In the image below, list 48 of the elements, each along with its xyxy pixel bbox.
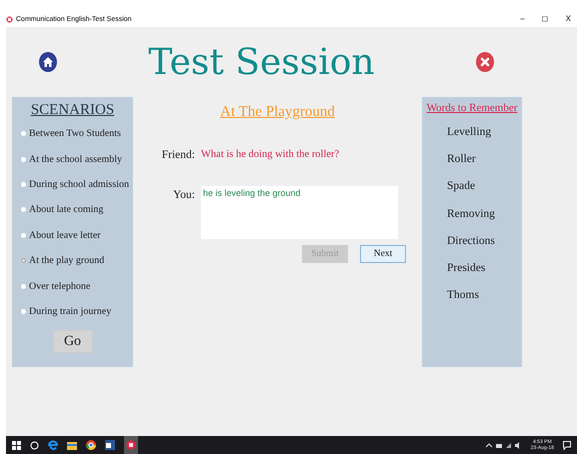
- radio-button[interactable]: [21, 131, 26, 136]
- radio-button[interactable]: [21, 308, 26, 314]
- word-item: Thoms: [446, 288, 480, 304]
- friend-label: Friend:: [160, 149, 196, 161]
- radio-button[interactable]: [21, 232, 26, 238]
- radio-button[interactable]: [21, 207, 26, 212]
- scenario-label[interactable]: About leave letter: [29, 230, 101, 241]
- word-icon[interactable]: [105, 440, 115, 450]
- app-icon: [6, 16, 13, 23]
- tray-icons[interactable]: [486, 442, 522, 448]
- radio-button[interactable]: [21, 182, 26, 187]
- word-item: Presides: [446, 261, 486, 276]
- window-control[interactable]: ◻: [542, 14, 549, 23]
- word-item: Spade: [446, 179, 476, 194]
- session-title: At The Playground: [220, 104, 335, 121]
- edge-icon[interactable]: [48, 440, 58, 450]
- go-button[interactable]: Go: [52, 330, 92, 354]
- radio-button[interactable]: [21, 156, 26, 162]
- close-icon[interactable]: [475, 51, 495, 73]
- word-item: Directions: [446, 234, 496, 249]
- app-icon[interactable]: [124, 436, 138, 454]
- word-item: Removing: [446, 206, 496, 222]
- scenario-label[interactable]: At the school assembly: [29, 154, 122, 165]
- scenario-label[interactable]: At the play ground: [29, 255, 104, 266]
- scenario-label[interactable]: During train journey: [29, 306, 112, 317]
- search-icon[interactable]: [30, 440, 39, 450]
- you-label: You:: [172, 188, 196, 201]
- radio-button[interactable]: [21, 258, 26, 264]
- chrome-icon[interactable]: [86, 440, 96, 450]
- page-title: Test Session: [147, 42, 376, 82]
- home-icon[interactable]: [38, 51, 58, 73]
- word-item: Roller: [446, 152, 477, 167]
- radio-button[interactable]: [21, 284, 26, 289]
- scenario-label[interactable]: Between Two Students: [29, 128, 121, 140]
- friend-question: What is he doing with the roller?: [201, 149, 340, 160]
- window-control[interactable]: –: [520, 14, 525, 23]
- word-item: Levelling: [446, 124, 492, 140]
- answer-field[interactable]: he is leveling the ground: [201, 186, 398, 239]
- panel-heading: Words to Remember: [426, 102, 518, 114]
- scenario-label[interactable]: About late coming: [29, 204, 104, 216]
- folder-icon[interactable]: [67, 440, 77, 450]
- window-control[interactable]: X: [566, 14, 571, 23]
- scenario-label[interactable]: During school admission: [29, 178, 129, 190]
- start-icon[interactable]: [12, 440, 21, 450]
- scenario-label[interactable]: Over telephone: [29, 280, 90, 292]
- next-button[interactable]: Next: [360, 245, 406, 263]
- panel-heading: SCENARIOS: [30, 102, 114, 119]
- notification-icon[interactable]: [563, 440, 571, 450]
